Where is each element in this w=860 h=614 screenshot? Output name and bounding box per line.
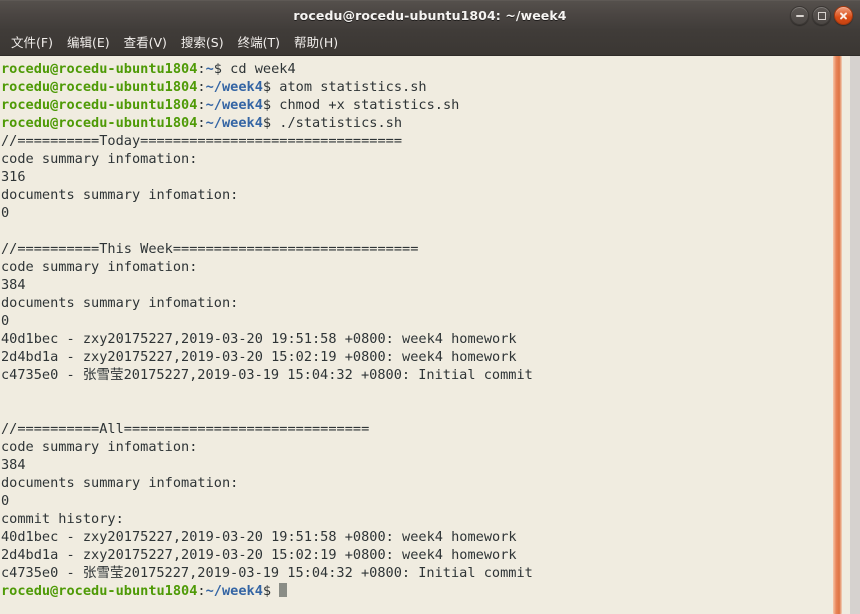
scrollbar-thumb[interactable] bbox=[833, 56, 842, 614]
terminal-screen[interactable]: rocedu@rocedu-ubuntu1804:~$ cd week4 roce… bbox=[0, 56, 833, 614]
menu-terminal[interactable]: 终端(T) bbox=[231, 29, 287, 55]
terminal-text: rocedu@rocedu-ubuntu1804:~$ cd week4 roce… bbox=[1, 61, 533, 599]
window-controls bbox=[790, 1, 853, 30]
scrollbar[interactable] bbox=[833, 56, 850, 614]
minimize-button[interactable] bbox=[790, 6, 809, 25]
close-icon bbox=[839, 11, 848, 20]
maximize-button[interactable] bbox=[812, 6, 831, 25]
terminal-window: rocedu@rocedu-ubuntu1804: ~/week4 文件(F) … bbox=[0, 0, 860, 614]
title-bar[interactable]: rocedu@rocedu-ubuntu1804: ~/week4 bbox=[0, 0, 860, 29]
scrollbar-track[interactable] bbox=[833, 56, 846, 614]
minimize-icon bbox=[795, 14, 804, 17]
close-button[interactable] bbox=[834, 6, 853, 25]
menu-edit[interactable]: 编辑(E) bbox=[60, 29, 117, 55]
menu-file[interactable]: 文件(F) bbox=[4, 29, 60, 55]
terminal-body: rocedu@rocedu-ubuntu1804:~$ cd week4 roce… bbox=[0, 56, 860, 614]
terminal-cursor bbox=[279, 583, 288, 597]
maximize-icon bbox=[817, 11, 826, 20]
window-edge-shadow bbox=[850, 56, 860, 614]
menu-view[interactable]: 查看(V) bbox=[117, 29, 174, 55]
menu-help[interactable]: 帮助(H) bbox=[287, 29, 345, 55]
menu-search[interactable]: 搜索(S) bbox=[174, 29, 231, 55]
menu-bar: 文件(F) 编辑(E) 查看(V) 搜索(S) 终端(T) 帮助(H) bbox=[0, 29, 860, 56]
window-title: rocedu@rocedu-ubuntu1804: ~/week4 bbox=[293, 7, 567, 23]
